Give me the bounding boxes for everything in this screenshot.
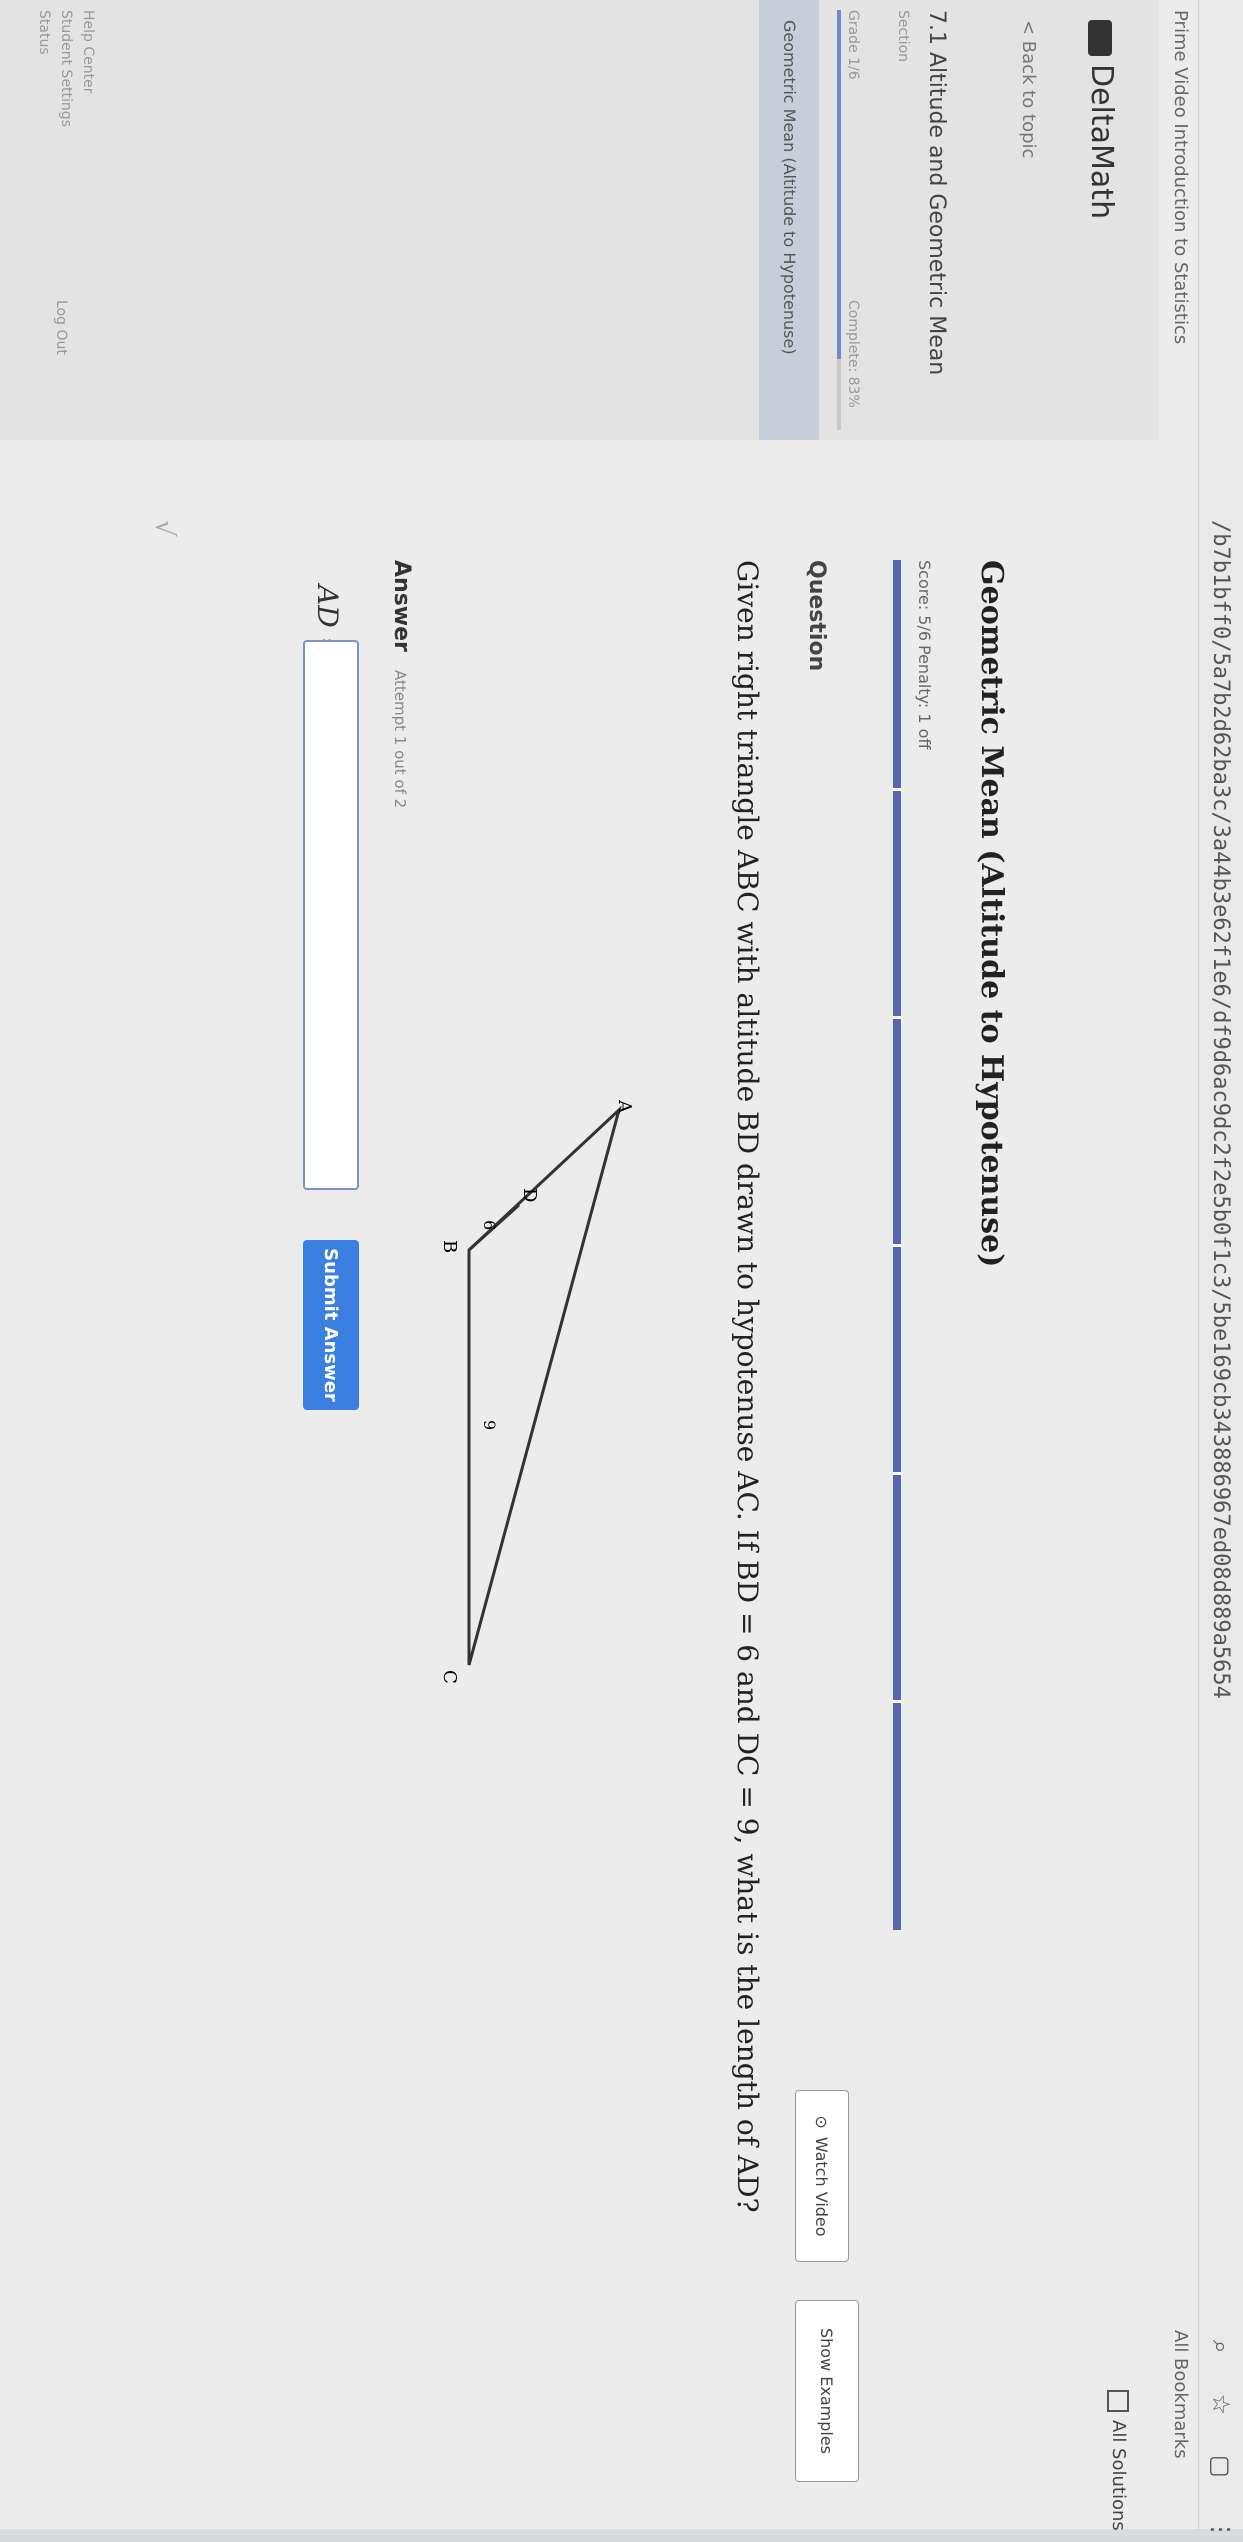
sqrt-icon[interactable]: √	[149, 520, 179, 537]
triangle-diagram: A B C D 6 9	[439, 1100, 635, 1684]
submit-answer-button[interactable]: Submit Answer	[303, 1240, 359, 1410]
label-a: A	[614, 1100, 635, 1114]
page: /b7b1bff0/5a7b2d62ba3c/3a44b3e62f1e6/df9…	[0, 0, 1243, 2542]
score-label: Score: 5/6	[915, 560, 934, 642]
brand-logo[interactable]: DeltaMath	[1084, 20, 1119, 219]
label-d: D	[519, 1188, 540, 1202]
score-progress-bar	[893, 560, 901, 1930]
label-c: C	[439, 1670, 460, 1684]
logout-link[interactable]: Log Out	[53, 300, 69, 355]
bookmarks-bar: Prime Video Introduction to Statistics A…	[1159, 0, 1199, 2529]
star-icon[interactable]: ☆	[1207, 2393, 1235, 2415]
sidebar-item-label: Geometric Mean (Altitude to Hypotenuse)	[780, 20, 799, 355]
back-to-topic-link[interactable]: < Back to topic	[1018, 20, 1039, 158]
sidebar: DeltaMath < Back to topic 7.1 Altitude a…	[0, 0, 1159, 440]
topic-subtitle: Section	[895, 10, 911, 63]
score-tick	[893, 788, 901, 791]
question-text: Given right triangle ABC with altitude B…	[731, 560, 764, 2213]
score-tick	[893, 1700, 901, 1703]
all-solutions-toggle[interactable]: All Solutions	[1107, 2390, 1129, 2531]
show-examples-button[interactable]: Show Examples	[795, 2300, 859, 2482]
score-tick	[893, 1472, 901, 1475]
topic-progress-fill	[837, 10, 841, 359]
triangle-abc	[467, 1105, 622, 1666]
score-tick	[893, 1016, 901, 1019]
answer-input[interactable]	[303, 640, 359, 1190]
all-bookmarks[interactable]: All Bookmarks	[1170, 2330, 1191, 2459]
browser-url-bar[interactable]: /b7b1bff0/5a7b2d62ba3c/3a44b3e62f1e6/df9…	[1198, 0, 1243, 2542]
watch-video-button[interactable]: ⊙ Watch Video	[795, 2090, 849, 2262]
sidebar-bottom-links[interactable]: Help Center Student Settings Status	[33, 10, 99, 127]
complete-label: Complete: 83%	[845, 300, 861, 408]
all-solutions-label: All Solutions	[1108, 2420, 1129, 2531]
penalty-label: Penalty: 1 off	[915, 645, 934, 750]
bookmarks-left[interactable]: Prime Video Introduction to Statistics	[1170, 10, 1191, 344]
sidebar-item-geometric-mean[interactable]: Geometric Mean (Altitude to Hypotenuse)	[759, 0, 819, 440]
attempt-label: Attempt 1 out of 2	[391, 670, 409, 809]
extension-icon[interactable]: ▢	[1207, 2455, 1235, 2478]
topic-title: 7.1 Altitude and Geometric Mean	[924, 10, 949, 376]
url-text[interactable]: /b7b1bff0/5a7b2d62ba3c/3a44b3e62f1e6/df9…	[1208, 520, 1233, 1699]
logo-icon	[1088, 20, 1113, 56]
search-icon[interactable]: ⌕	[1207, 2340, 1235, 2353]
grade-label: Grade 1/6	[845, 10, 861, 80]
label-b: B	[439, 1240, 460, 1253]
label-bd-length: 6	[480, 1220, 499, 1230]
topic-progress-bar	[837, 10, 841, 430]
menu-icon[interactable]: ⋮	[1207, 2518, 1235, 2542]
question-label: Question	[804, 560, 829, 672]
main-content: All Solutions Geometric Mean (Altitude t…	[0, 440, 1159, 2531]
browser-icons: ⌕ ☆ ▢ ⋮	[1207, 2340, 1235, 2542]
answer-label: Answer	[389, 560, 414, 652]
lesson-title: Geometric Mean (Altitude to Hypotenuse)	[974, 560, 1009, 1268]
play-icon: ⊙	[812, 2115, 832, 2129]
watch-video-label: Watch Video	[812, 2136, 832, 2237]
checkbox-icon[interactable]	[1107, 2390, 1129, 2412]
score-tick	[893, 1244, 901, 1247]
brand-name: DeltaMath	[1084, 64, 1119, 220]
label-dc-length: 9	[480, 1420, 499, 1430]
